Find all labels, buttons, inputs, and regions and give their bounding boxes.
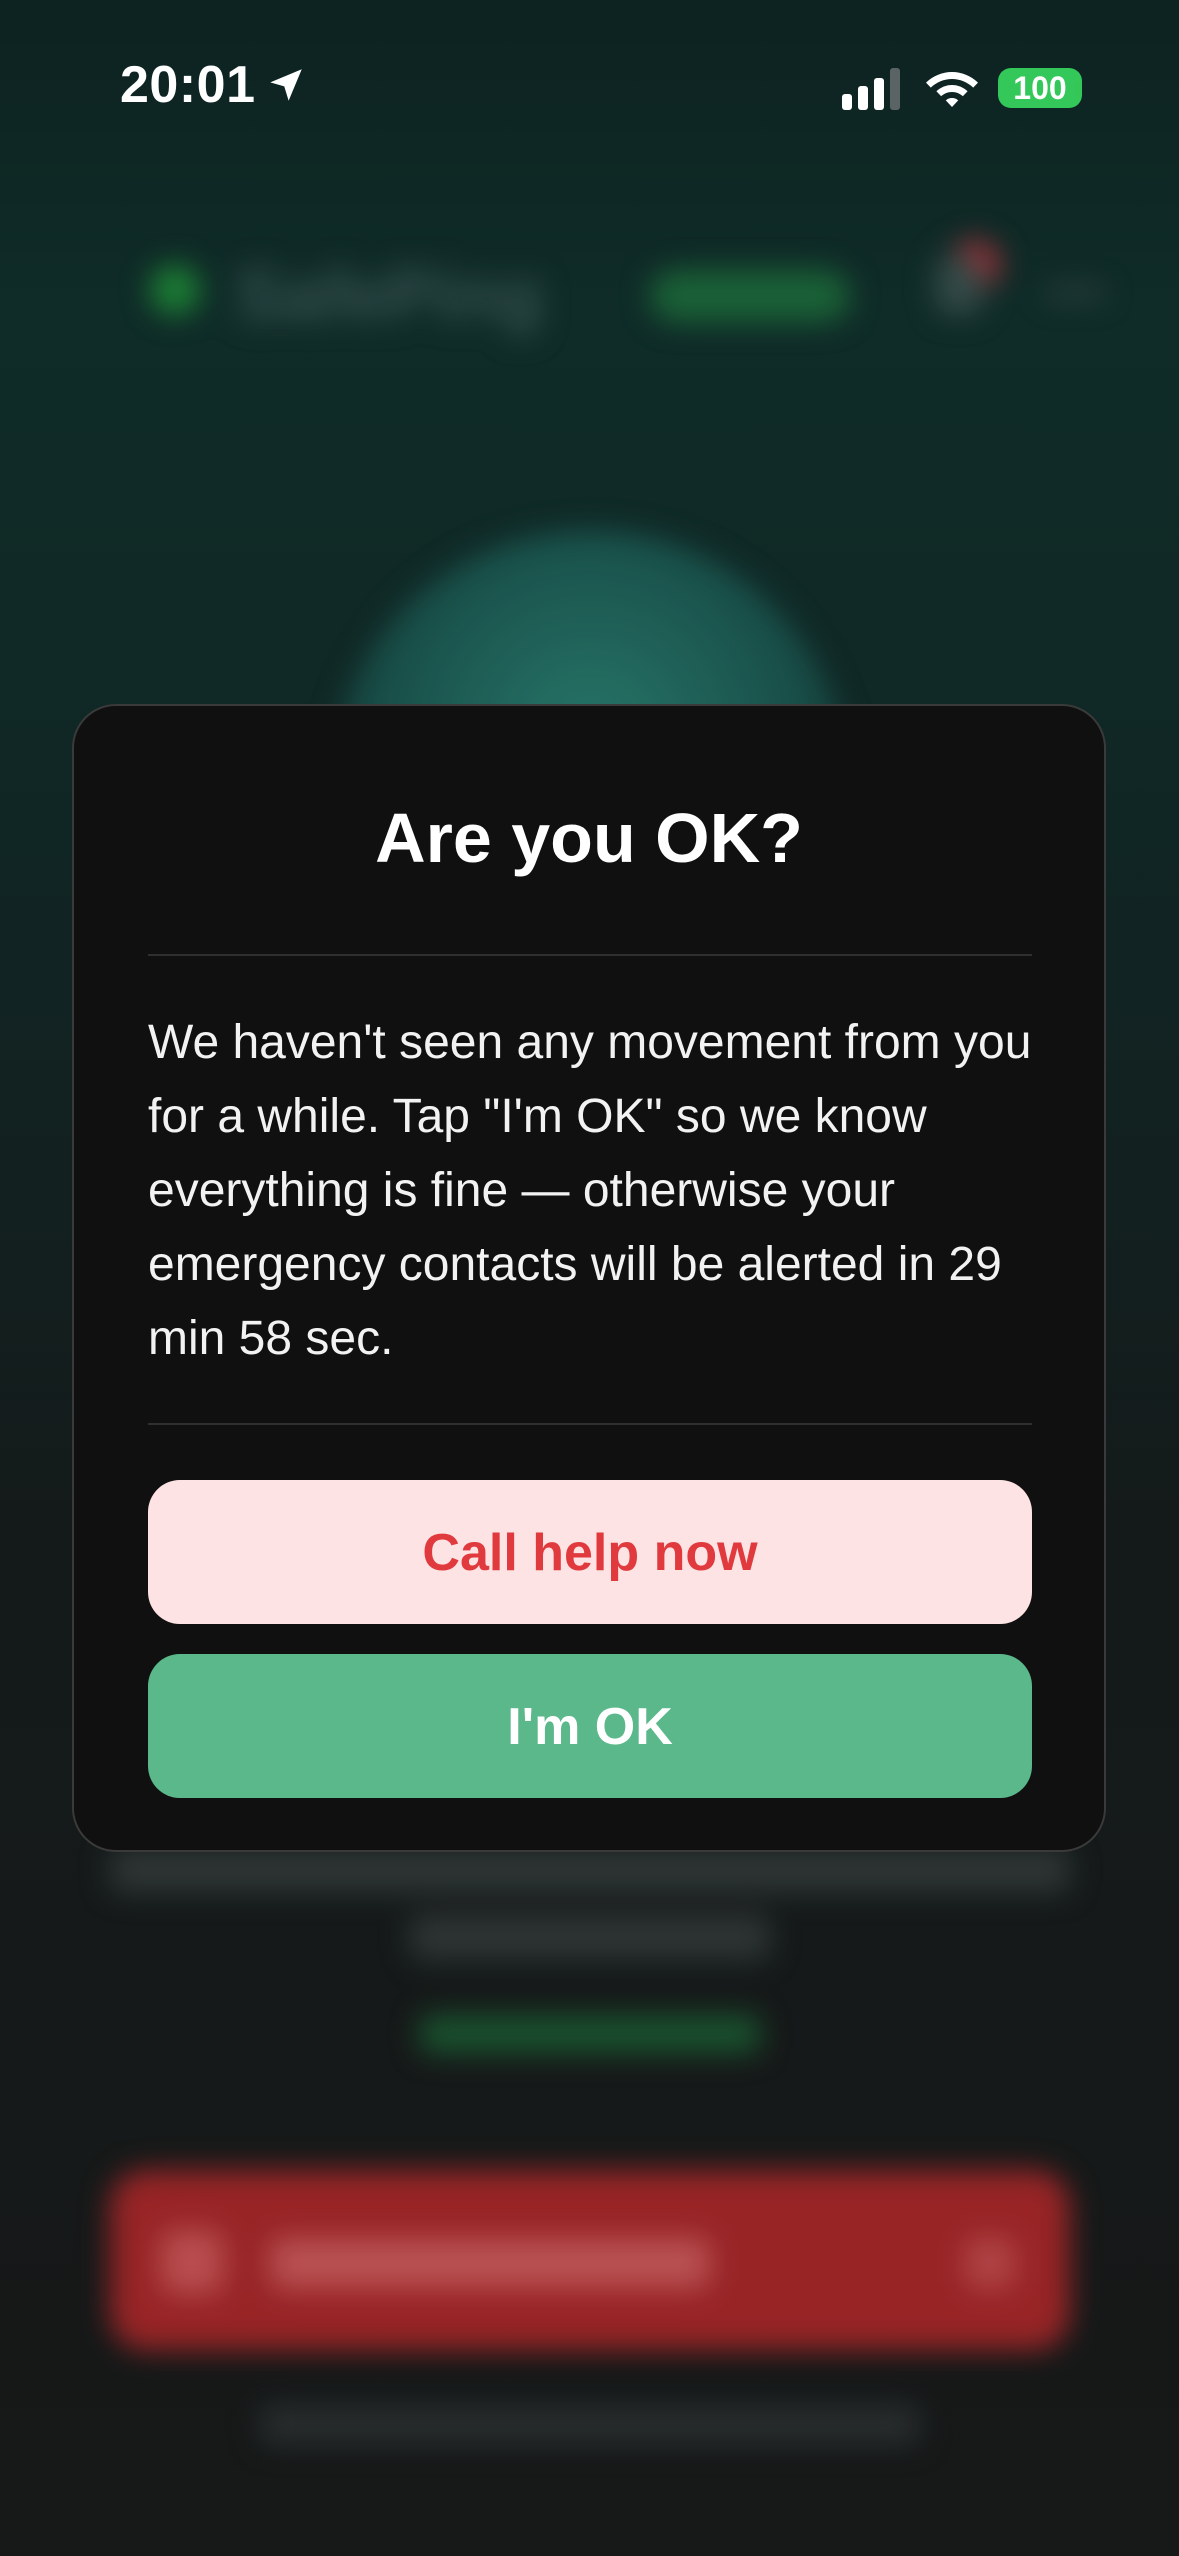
- im-ok-button[interactable]: I'm OK: [148, 1654, 1032, 1798]
- dialog-title: Are you OK?: [375, 799, 803, 877]
- battery-tip: [1075, 82, 1081, 96]
- divider: [148, 954, 1032, 956]
- are-you-ok-dialog: Are you OK? We haven't seen any movement…: [72, 704, 1106, 1852]
- status-time: 20:01: [120, 56, 256, 114]
- call-help-now-button[interactable]: Call help now: [148, 1480, 1032, 1624]
- app-screen: SafePing 20:01 100 Are you OK? We haven'…: [0, 0, 1179, 2556]
- divider: [148, 1423, 1032, 1425]
- dialog-message: We haven't seen any movement from you fo…: [148, 1016, 1032, 1365]
- location-arrow-icon: [270, 69, 302, 101]
- status-bar: 20:01 100: [0, 0, 1179, 175]
- battery-icon: 100: [998, 68, 1082, 108]
- cellular-signal-icon: [842, 68, 900, 110]
- wifi-icon: [926, 72, 978, 107]
